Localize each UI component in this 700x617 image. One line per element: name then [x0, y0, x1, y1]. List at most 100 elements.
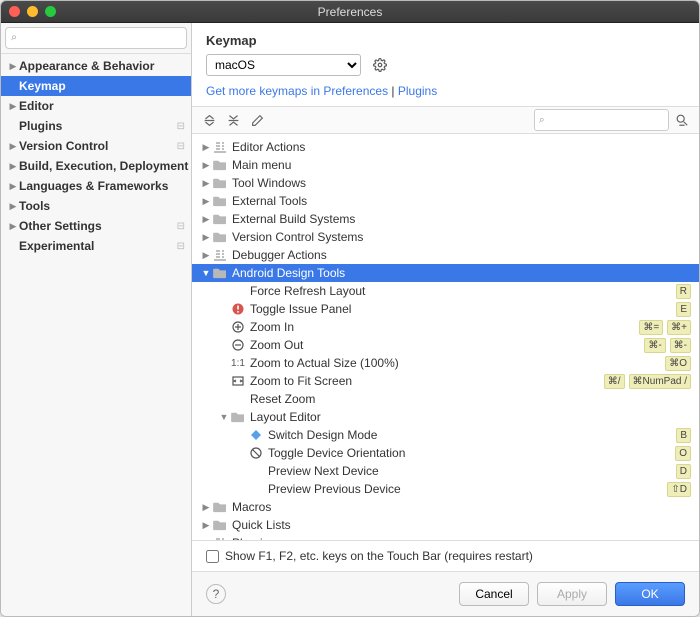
- keymap-node-label: External Build Systems: [232, 212, 691, 226]
- shortcut-keys: ⌘-⌘-: [644, 338, 691, 353]
- shortcut-keys: ⇧D: [667, 482, 691, 497]
- expand-all-button[interactable]: [198, 109, 220, 131]
- keymap-node-label: Quick Lists: [232, 518, 691, 532]
- keymap-node[interactable]: Zoom to Fit Screen⌘/⌘NumPad /: [192, 372, 699, 390]
- folder-icon: [212, 176, 228, 190]
- sidebar-item-build-execution-deployment[interactable]: ▶Build, Execution, Deployment: [1, 156, 191, 176]
- keymap-node[interactable]: Zoom In⌘=⌘+: [192, 318, 699, 336]
- preferences-window: Preferences ⌕ ▶Appearance & BehaviorKeym…: [0, 0, 700, 617]
- shortcut-keys: E: [676, 302, 691, 317]
- keymap-node[interactable]: ▶Version Control Systems: [192, 228, 699, 246]
- close-window-button[interactable]: [9, 6, 20, 17]
- chevron-right-icon: ▶: [200, 232, 212, 243]
- blank-icon: [230, 392, 246, 406]
- keymap-node[interactable]: ▶Tool Windows: [192, 174, 699, 192]
- project-scope-icon: ⊟: [177, 141, 185, 152]
- keymap-node-label: Tool Windows: [232, 176, 691, 190]
- sidebar-item-languages-frameworks[interactable]: ▶Languages & Frameworks: [1, 176, 191, 196]
- shortcut-keys: O: [675, 446, 691, 461]
- keymap-node[interactable]: Preview Next DeviceD: [192, 462, 699, 480]
- chevron-right-icon: ▶: [200, 160, 212, 171]
- window-title: Preferences: [1, 5, 699, 19]
- diamond-icon: [248, 428, 264, 442]
- ok-button[interactable]: OK: [615, 582, 685, 606]
- keymap-node[interactable]: ▼Layout Editor: [192, 408, 699, 426]
- folder-icon: [212, 194, 228, 208]
- get-more-keymaps-link[interactable]: Get more keymaps in Preferences: [206, 84, 388, 98]
- sidebar-item-tools[interactable]: ▶Tools: [1, 196, 191, 216]
- gear-icon[interactable]: [369, 54, 391, 76]
- sidebar-item-keymap[interactable]: Keymap: [1, 76, 191, 96]
- keymap-node[interactable]: ▶Macros: [192, 498, 699, 516]
- cancel-button[interactable]: Cancel: [459, 582, 529, 606]
- keymap-node[interactable]: Switch Design ModeB: [192, 426, 699, 444]
- blank-icon: [248, 464, 264, 478]
- sidebar-item-label: Languages & Frameworks: [19, 179, 168, 193]
- sidebar-search-input[interactable]: [5, 27, 187, 49]
- bars-icon: [212, 248, 228, 262]
- sidebar-item-experimental[interactable]: Experimental⊟: [1, 236, 191, 256]
- settings-sidebar: ⌕ ▶Appearance & BehaviorKeymap▶EditorPlu…: [1, 23, 192, 616]
- folder-icon: [212, 212, 228, 226]
- keymap-node-label: Zoom to Actual Size (100%): [250, 356, 665, 370]
- keymap-node[interactable]: Toggle Device OrientationO: [192, 444, 699, 462]
- keymap-node[interactable]: ▶Editor Actions: [192, 138, 699, 156]
- keyboard-shortcut: D: [676, 464, 691, 479]
- chevron-right-icon: ▶: [200, 196, 212, 207]
- touchbar-fn-checkbox[interactable]: [206, 550, 219, 563]
- keymap-node[interactable]: ▶ Main menu: [192, 156, 699, 174]
- folder-icon: [212, 500, 228, 514]
- keymap-node[interactable]: ▶Quick Lists: [192, 516, 699, 534]
- keymap-node-label: External Tools: [232, 194, 691, 208]
- apply-button[interactable]: Apply: [537, 582, 607, 606]
- shortcut-keys: B: [676, 428, 691, 443]
- keymap-node[interactable]: ▶ External Tools: [192, 192, 699, 210]
- warn-icon: [230, 302, 246, 316]
- keymap-node[interactable]: Toggle Issue PanelE: [192, 300, 699, 318]
- keymap-node[interactable]: ▼Android Design Tools: [192, 264, 699, 282]
- zoom-window-button[interactable]: [45, 6, 56, 17]
- page-title: Keymap: [192, 23, 699, 54]
- touchbar-fn-label: Show F1, F2, etc. keys on the Touch Bar …: [225, 549, 533, 563]
- sidebar-item-other-settings[interactable]: ▶Other Settings⊟: [1, 216, 191, 236]
- keymap-node[interactable]: 1:1Zoom to Actual Size (100%)⌘O: [192, 354, 699, 372]
- find-by-shortcut-button[interactable]: [671, 109, 693, 131]
- project-scope-icon: ⊟: [177, 221, 185, 232]
- keyboard-shortcut: ⌘O: [665, 356, 691, 371]
- keymap-node[interactable]: Reset Zoom: [192, 390, 699, 408]
- sidebar-item-editor[interactable]: ▶Editor: [1, 96, 191, 116]
- edit-shortcut-button[interactable]: [246, 109, 268, 131]
- keymap-node[interactable]: Zoom Out⌘-⌘-: [192, 336, 699, 354]
- keymap-node-label: Android Design Tools: [232, 266, 691, 280]
- collapse-all-button[interactable]: [222, 109, 244, 131]
- sidebar-item-version-control[interactable]: ▶Version Control⊟: [1, 136, 191, 156]
- bars-icon: [212, 140, 228, 154]
- chevron-right-icon: ▶: [200, 250, 212, 261]
- sidebar-item-plugins[interactable]: Plugins⊟: [1, 116, 191, 136]
- chevron-right-icon: ▶: [200, 502, 212, 513]
- sidebar-item-label: Plugins: [19, 119, 62, 133]
- keyboard-shortcut: ⇧D: [667, 482, 691, 497]
- keymap-node[interactable]: ▶Debugger Actions: [192, 246, 699, 264]
- keymap-node-label: Main menu: [232, 158, 691, 172]
- folder-icon: [212, 518, 228, 532]
- keymap-node[interactable]: ▶ External Build Systems: [192, 210, 699, 228]
- folder-icon: [212, 266, 228, 280]
- plugins-link[interactable]: Plugins: [398, 84, 437, 98]
- minimize-window-button[interactable]: [27, 6, 38, 17]
- chevron-down-icon: ▼: [218, 412, 230, 422]
- chevron-right-icon: ▶: [200, 214, 212, 225]
- fit-icon: [230, 374, 246, 388]
- help-button[interactable]: ?: [206, 584, 226, 604]
- sidebar-item-appearance-behavior[interactable]: ▶Appearance & Behavior: [1, 56, 191, 76]
- minus-icon: [230, 338, 246, 352]
- keymap-scheme-select[interactable]: macOS: [206, 54, 361, 76]
- keyboard-shortcut: ⌘/: [604, 374, 625, 389]
- keymap-node[interactable]: Preview Previous Device⇧D: [192, 480, 699, 498]
- chevron-right-icon: ▶: [7, 61, 19, 72]
- keymap-tree[interactable]: ▶Editor Actions▶Main menu▶Tool Windows▶E…: [192, 134, 699, 540]
- keyboard-shortcut: B: [676, 428, 691, 443]
- action-search-input[interactable]: [534, 109, 669, 131]
- keymap-node[interactable]: Force Refresh LayoutR: [192, 282, 699, 300]
- sidebar-item-label: Experimental: [19, 239, 94, 253]
